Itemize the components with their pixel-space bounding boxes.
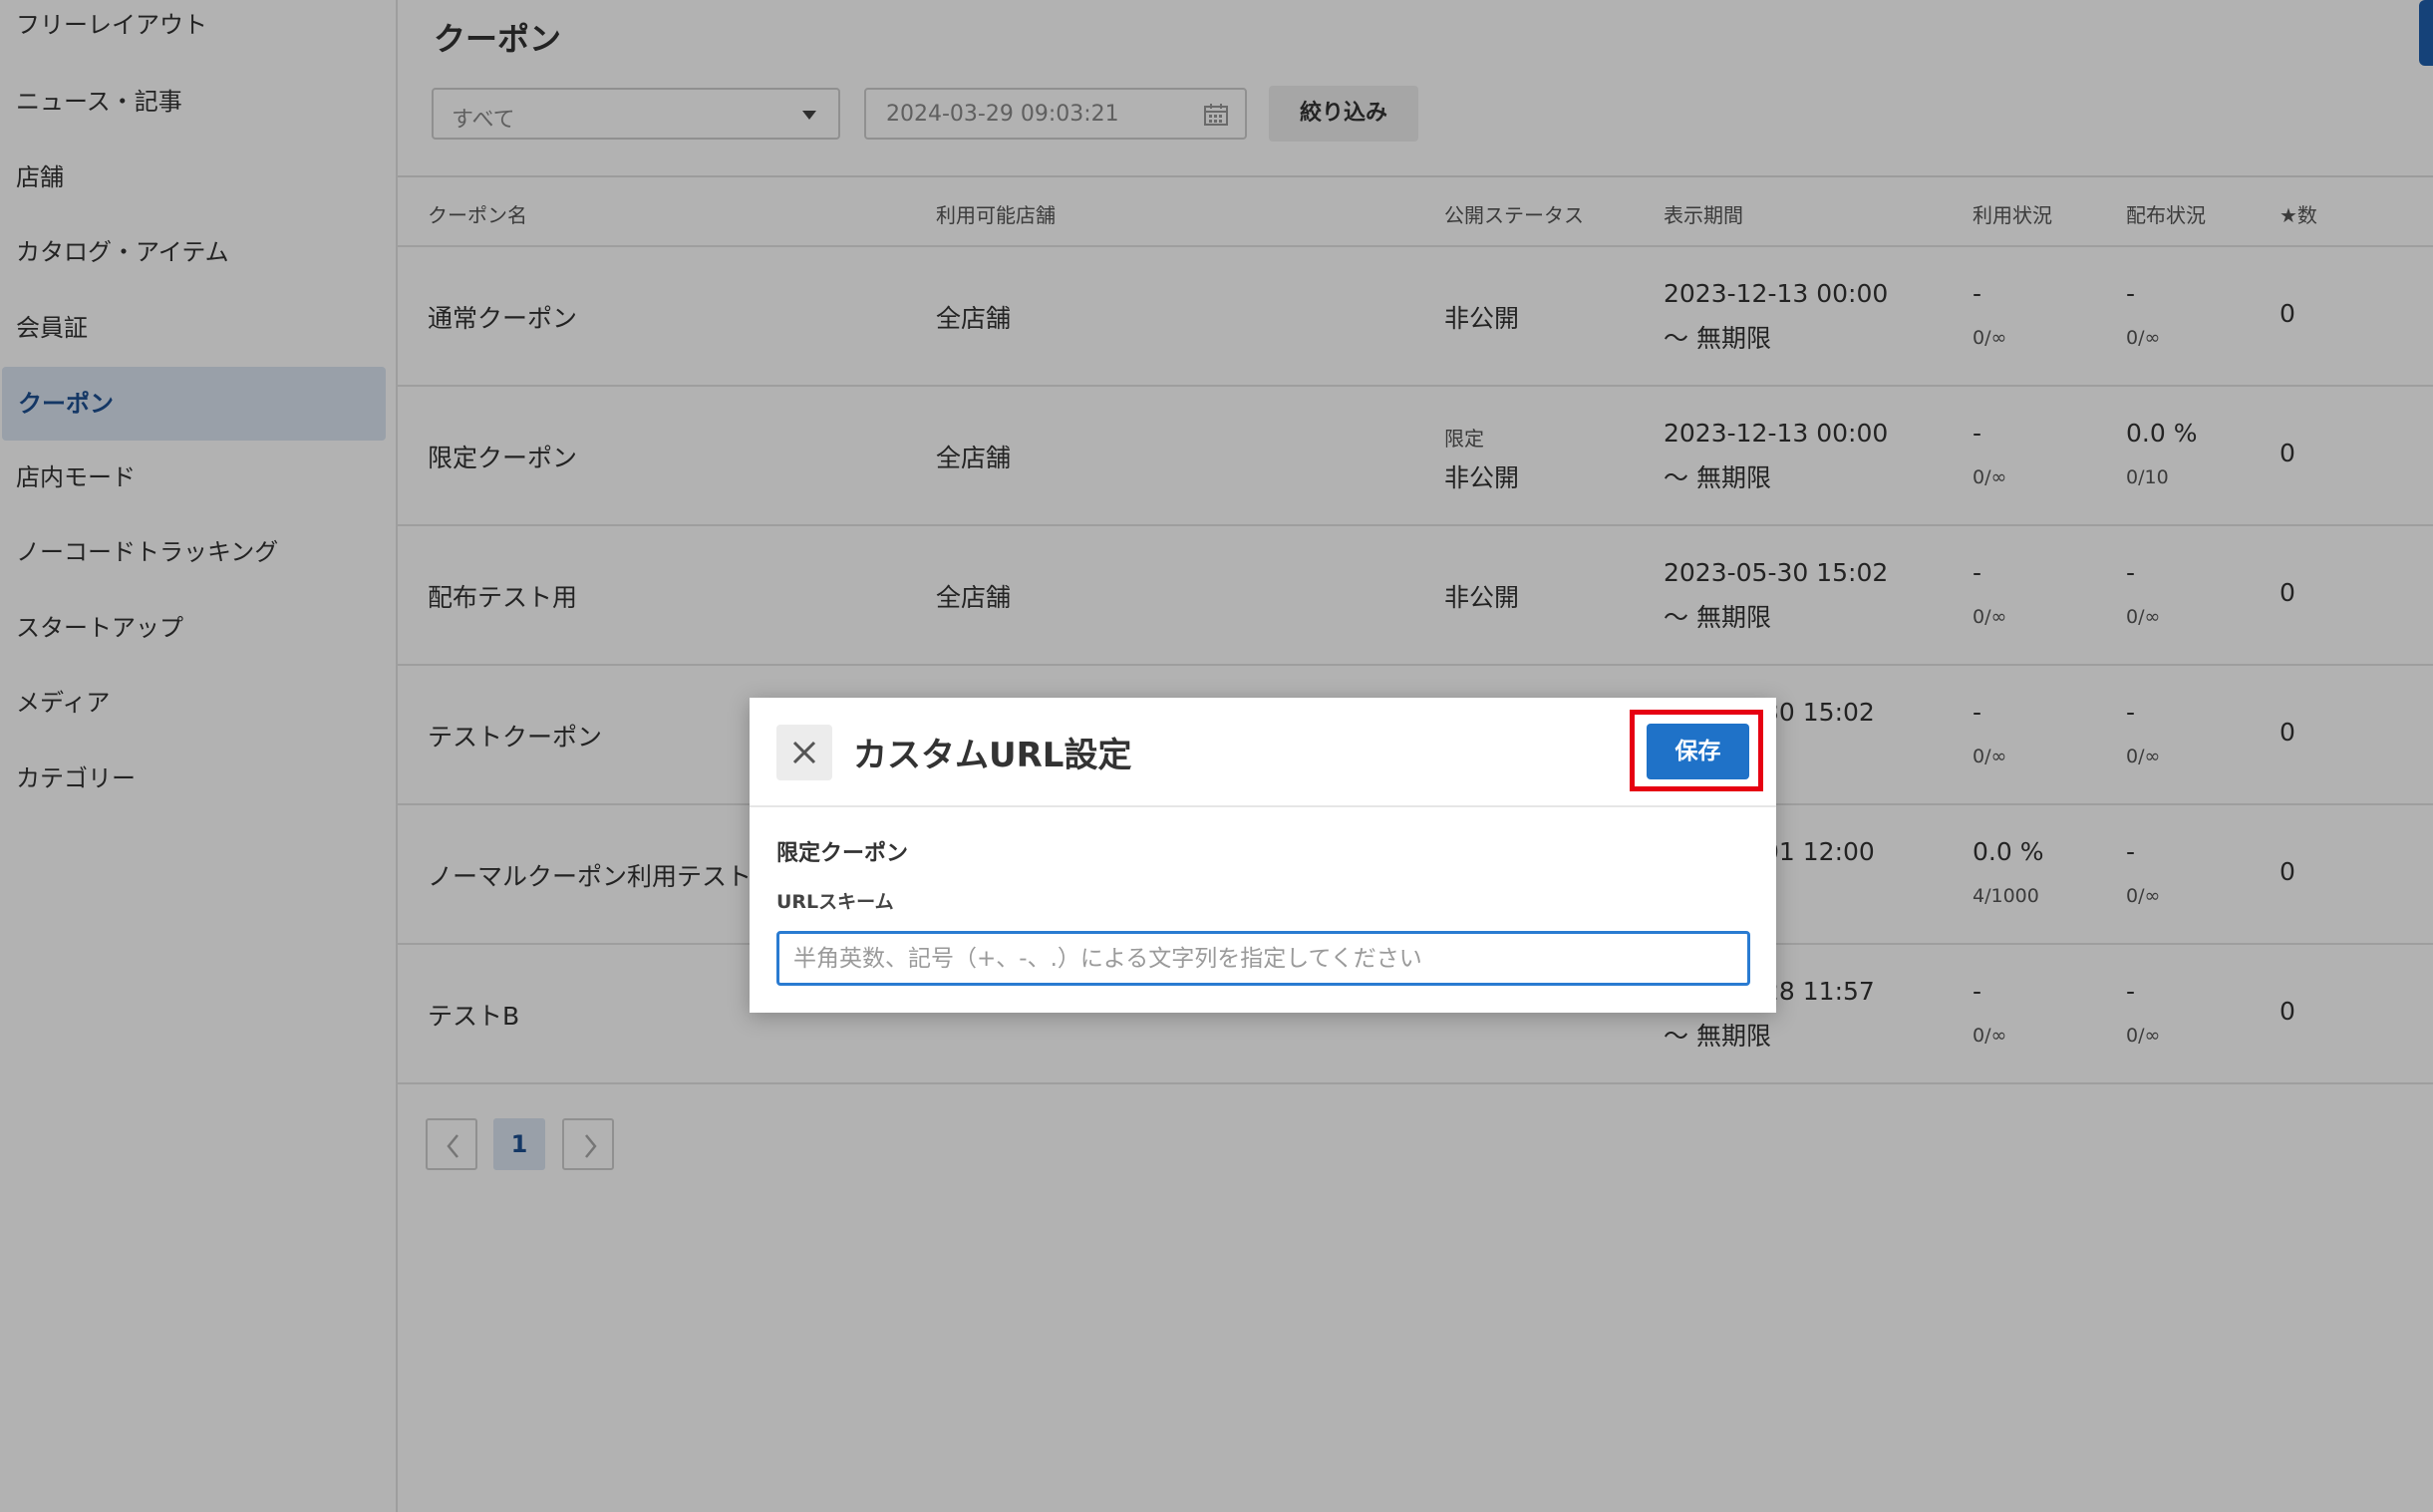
close-button[interactable] xyxy=(776,725,832,780)
save-button[interactable]: 保存 xyxy=(1647,724,1749,779)
url-scheme-label: URLスキーム xyxy=(776,891,894,913)
close-icon xyxy=(792,741,816,764)
coupon-name-label: 限定クーポン xyxy=(776,841,909,866)
divider xyxy=(750,805,1776,807)
app: フリーレイアウト ニュース・記事 店舗 カタログ・アイテム 会員証 クーポン 店… xyxy=(0,0,2433,1512)
custom-url-dialog: カスタムURL設定 保存 限定クーポン URLスキーム xyxy=(750,698,1776,1013)
url-scheme-input[interactable] xyxy=(776,931,1750,986)
dialog-title: カスタムURL設定 xyxy=(853,736,1132,775)
